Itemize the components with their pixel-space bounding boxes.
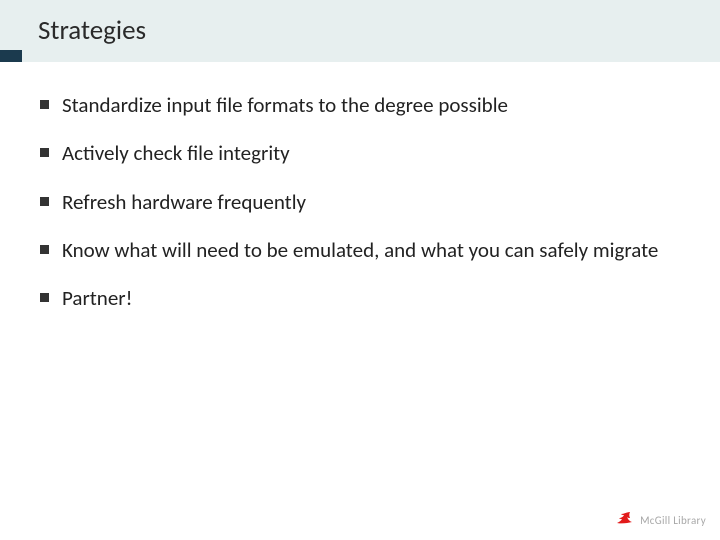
slide-header: Strategies	[0, 0, 720, 62]
bullet-list: Standardize input file formats to the de…	[40, 92, 680, 311]
footer-brand: McGill Library	[640, 514, 706, 527]
bullet-text: Actively check file integrity	[62, 140, 290, 166]
list-item: Partner!	[40, 285, 680, 311]
bullet-text: Refresh hardware frequently	[62, 189, 306, 215]
list-item: Standardize input file formats to the de…	[40, 92, 680, 118]
list-item: Refresh hardware frequently	[40, 189, 680, 215]
slide-body: Standardize input file formats to the de…	[0, 62, 720, 311]
header-accent	[0, 50, 22, 62]
slide-title: Strategies	[38, 14, 146, 47]
list-item: Know what will need to be emulated, and …	[40, 237, 680, 263]
bullet-text: Know what will need to be emulated, and …	[62, 237, 658, 263]
bird-icon	[616, 511, 634, 530]
bullet-text: Standardize input file formats to the de…	[62, 92, 508, 118]
list-item: Actively check file integrity	[40, 140, 680, 166]
slide-footer: McGill Library	[616, 511, 706, 530]
bullet-text: Partner!	[62, 285, 132, 311]
